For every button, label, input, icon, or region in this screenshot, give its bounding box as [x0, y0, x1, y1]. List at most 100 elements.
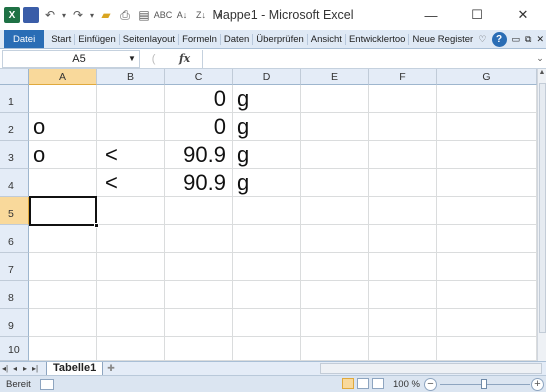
grid-cell[interactable] — [165, 337, 233, 361]
open-icon[interactable]: ▰ — [98, 7, 114, 23]
row-header-10[interactable]: 10 — [0, 337, 29, 361]
grid-cell[interactable] — [437, 113, 537, 141]
chevron-down-icon[interactable]: ▼ — [125, 54, 139, 63]
grid-cell[interactable] — [29, 169, 97, 197]
grid-cell[interactable] — [369, 281, 437, 309]
name-box[interactable]: A5 ▼ — [2, 49, 140, 68]
grid-cell[interactable] — [437, 141, 537, 169]
cell-d2[interactable]: g — [233, 113, 301, 141]
redo-icon[interactable]: ↷ — [70, 7, 86, 23]
grid-cell[interactable] — [437, 337, 537, 361]
grid-cell[interactable] — [369, 169, 437, 197]
grid-cell[interactable] — [301, 337, 369, 361]
print-preview-icon[interactable]: ▤ — [136, 7, 152, 23]
active-cell-a5[interactable] — [29, 196, 97, 226]
zoom-slider-knob[interactable] — [481, 379, 487, 389]
grid-cell[interactable] — [29, 225, 97, 253]
cell-c3[interactable]: 90.9 — [165, 141, 233, 169]
zoom-level[interactable]: 100 % — [393, 376, 420, 392]
cell-d4[interactable]: g — [233, 169, 301, 197]
cell-c4[interactable]: 90.9 — [165, 169, 233, 197]
grid-cell[interactable] — [301, 85, 369, 113]
fill-handle[interactable] — [94, 223, 99, 228]
row-header-9[interactable]: 9 — [0, 309, 29, 337]
vertical-scrollbar[interactable]: ▲ — [537, 69, 546, 361]
page-layout-view-button[interactable] — [357, 378, 369, 389]
column-header-e[interactable]: E — [301, 69, 369, 85]
grid-cell[interactable] — [437, 225, 537, 253]
column-header-c[interactable]: C — [165, 69, 233, 85]
grid-cell[interactable] — [165, 309, 233, 337]
next-sheet-icon[interactable]: ▸ — [20, 364, 30, 373]
maximize-button[interactable]: ☐ — [454, 0, 500, 30]
row-header-2[interactable]: 2 — [0, 113, 29, 141]
grid-cell[interactable] — [437, 281, 537, 309]
insert-function-icon[interactable]: fx — [179, 52, 190, 65]
horizontal-scrollbar[interactable] — [320, 363, 542, 374]
grid-cell[interactable] — [437, 169, 537, 197]
normal-view-button[interactable] — [342, 378, 354, 389]
grid-cell[interactable] — [301, 309, 369, 337]
last-sheet-icon[interactable]: ▸| — [30, 364, 40, 373]
column-header-f[interactable]: F — [369, 69, 437, 85]
grid-cell[interactable] — [369, 337, 437, 361]
grid-cell[interactable] — [233, 309, 301, 337]
tab-seitenlayout[interactable]: Seitenlayout — [120, 33, 180, 45]
cell-a2[interactable]: o — [29, 113, 97, 141]
zoom-out-button[interactable]: − — [424, 378, 437, 391]
scroll-up-icon[interactable]: ▲ — [538, 69, 546, 81]
cell-c1[interactable]: 0 — [165, 85, 233, 113]
grid-cell[interactable] — [437, 309, 537, 337]
grid-cell[interactable] — [165, 253, 233, 281]
workbook-minimize-icon[interactable]: ▭ — [512, 34, 521, 45]
sort-descending-icon[interactable]: Z↓ — [193, 7, 209, 23]
row-header-4[interactable]: 4 — [0, 169, 29, 197]
cell-c2[interactable]: 0 — [165, 113, 233, 141]
grid-cell[interactable] — [369, 225, 437, 253]
cell-d1[interactable]: g — [233, 85, 301, 113]
formula-input[interactable] — [202, 49, 534, 68]
grid-cell[interactable] — [369, 197, 437, 225]
grid-cell[interactable] — [29, 281, 97, 309]
grid-cell[interactable] — [301, 169, 369, 197]
grid-cell[interactable] — [369, 85, 437, 113]
row-header-6[interactable]: 6 — [0, 225, 29, 253]
cell-d3[interactable]: g — [233, 141, 301, 169]
row-header-7[interactable]: 7 — [0, 253, 29, 281]
grid-cell[interactable] — [369, 141, 437, 169]
tab-ueberpruefen[interactable]: Überprüfen — [253, 33, 308, 45]
sort-ascending-icon[interactable]: A↓ — [174, 7, 190, 23]
tab-file[interactable]: Datei — [4, 30, 45, 48]
grid-cell[interactable] — [97, 113, 165, 141]
grid-cell[interactable] — [165, 281, 233, 309]
expand-formula-icon[interactable]: ⌄ — [534, 53, 546, 64]
zoom-in-button[interactable]: + — [531, 378, 544, 391]
column-header-g[interactable]: G — [437, 69, 537, 85]
tab-ansicht[interactable]: Ansicht — [308, 33, 346, 45]
column-header-b[interactable]: B — [97, 69, 165, 85]
new-sheet-icon[interactable]: ✚ — [107, 363, 115, 374]
row-header-5[interactable]: 5 — [0, 197, 29, 225]
cell-b4[interactable]: < — [97, 169, 165, 197]
column-header-d[interactable]: D — [233, 69, 301, 85]
grid-cell[interactable] — [97, 197, 165, 225]
grid-cell[interactable] — [233, 197, 301, 225]
grid-cell[interactable] — [369, 113, 437, 141]
column-header-a[interactable]: A — [29, 69, 97, 85]
save-icon[interactable] — [23, 7, 39, 23]
row-header-8[interactable]: 8 — [0, 281, 29, 309]
workbook-close-icon[interactable]: ✕ — [536, 34, 544, 45]
grid-cell[interactable] — [369, 253, 437, 281]
help-icon[interactable]: ? — [491, 32, 507, 47]
grid-cell[interactable] — [437, 197, 537, 225]
grid-cell[interactable] — [233, 281, 301, 309]
grid-cell[interactable] — [29, 309, 97, 337]
grid-cell[interactable] — [301, 253, 369, 281]
grid-cell[interactable] — [301, 281, 369, 309]
grid-cell[interactable] — [97, 253, 165, 281]
grid-cell[interactable] — [97, 281, 165, 309]
tab-neue-register[interactable]: Neue Register — [409, 33, 478, 45]
excel-icon[interactable]: X — [4, 7, 20, 23]
grid-cell[interactable] — [29, 85, 97, 113]
minimize-button[interactable]: — — [408, 0, 454, 30]
